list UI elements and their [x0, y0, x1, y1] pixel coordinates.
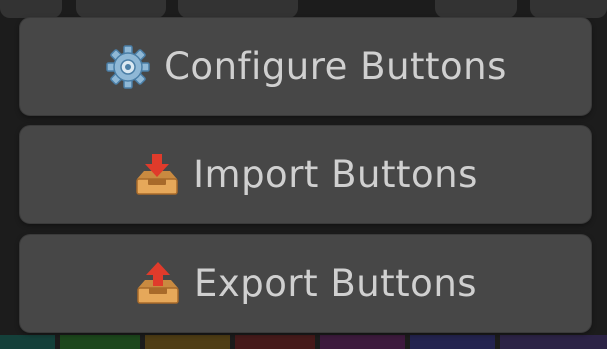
import-buttons-label: Import Buttons — [193, 153, 478, 196]
color-swatch — [500, 335, 607, 349]
background-tab — [76, 0, 166, 18]
configure-buttons-label: Configure Buttons — [164, 45, 507, 88]
background-tab — [530, 0, 607, 18]
color-swatch — [145, 335, 230, 349]
color-swatch — [410, 335, 495, 349]
color-swatch — [60, 335, 140, 349]
gear-icon — [104, 43, 152, 91]
tray-import-icon — [133, 151, 181, 199]
background-tab — [0, 0, 62, 18]
tray-export-icon — [134, 260, 182, 308]
background-tab — [435, 0, 517, 18]
color-swatch — [235, 335, 315, 349]
configure-buttons-item[interactable]: Configure Buttons — [20, 18, 591, 115]
import-buttons-item[interactable]: Import Buttons — [20, 126, 591, 223]
export-buttons-label: Export Buttons — [193, 262, 478, 305]
color-swatch — [320, 335, 405, 349]
color-swatch — [0, 335, 55, 349]
background-tab — [178, 0, 298, 18]
export-buttons-item[interactable]: Export Buttons — [20, 235, 591, 332]
